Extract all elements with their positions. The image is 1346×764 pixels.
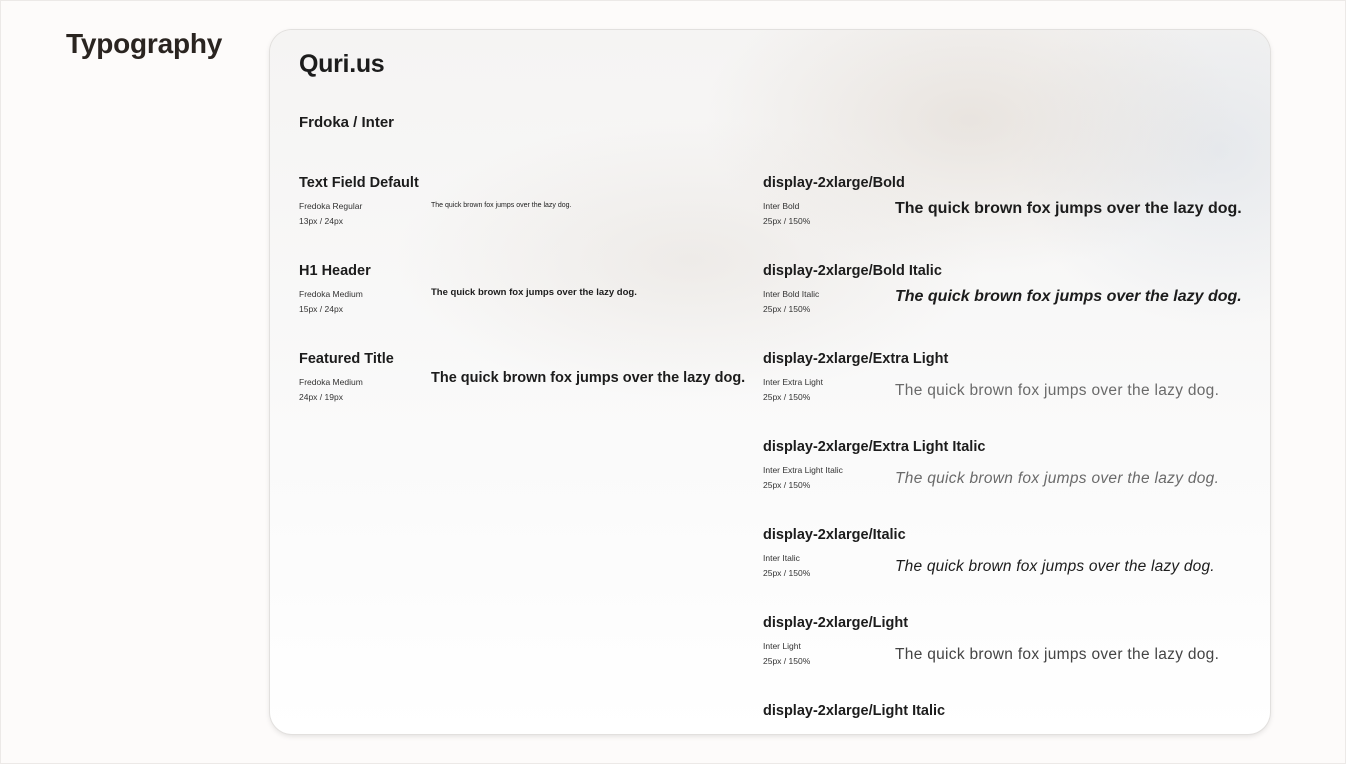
style-meta: Inter Light 25px / 150%	[763, 639, 810, 669]
style-meta: Inter Bold Italic 25px / 150%	[763, 287, 819, 317]
style-font-size: 25px / 150%	[763, 656, 811, 666]
style-font-size: 25px / 150%	[763, 480, 811, 490]
style-font-size: 25px / 150%	[763, 304, 811, 314]
style-font-name: Fredoka Medium	[299, 289, 363, 299]
style-title: Text Field Default	[299, 175, 419, 191]
type-style-bold-italic: display-2xlarge/Bold Italic Inter Bold I…	[763, 263, 1242, 333]
style-meta: Inter Extra Light 25px / 150%	[763, 375, 823, 405]
style-meta: Fredoka Medium 24px / 19px	[299, 375, 363, 405]
type-style-italic: display-2xlarge/Italic Inter Italic 25px…	[763, 527, 1233, 597]
style-font-size: 25px / 150%	[763, 216, 811, 226]
brand-logo: Quri.us	[299, 50, 385, 78]
style-sample: The quick brown fox jumps over the lazy …	[895, 200, 1242, 217]
style-font-name: Inter Bold Italic	[763, 289, 820, 299]
type-style-text-field-default: Text Field Default Fredoka Regular 13px …	[299, 175, 769, 245]
type-style-light-italic: display-2xlarge/Light Italic	[763, 703, 1233, 734]
style-sample: The quick brown fox jumps over the lazy …	[431, 202, 572, 209]
style-font-name: Inter Bold	[763, 201, 800, 211]
style-title: display-2xlarge/Light Italic	[763, 703, 946, 719]
style-sample: The quick brown fox jumps over the lazy …	[895, 470, 1220, 487]
style-font-size: 13px / 24px	[299, 216, 343, 226]
type-style-extra-light: display-2xlarge/Extra Light Inter Extra …	[763, 351, 1233, 421]
font-pair-label: Frdoka / Inter	[299, 114, 395, 131]
style-title: display-2xlarge/Extra Light	[763, 351, 949, 367]
style-sample: The quick brown fox jumps over the lazy …	[895, 558, 1215, 575]
style-font-name: Fredoka Regular	[299, 201, 363, 211]
style-meta: Inter Italic 25px / 150%	[763, 551, 810, 581]
style-title: H1 Header	[299, 263, 371, 279]
style-font-size: 25px / 150%	[763, 568, 811, 578]
style-title: display-2xlarge/Light	[763, 615, 909, 631]
style-meta: Inter Extra Light Italic 25px / 150%	[763, 463, 843, 493]
style-font-name: Inter Light	[763, 641, 801, 651]
style-meta: Inter Bold 25px / 150%	[763, 199, 810, 229]
style-font-name: Inter Extra Light Italic	[763, 465, 843, 475]
style-title: display-2xlarge/Bold Italic	[763, 263, 942, 279]
type-style-extra-light-italic: display-2xlarge/Extra Light Italic Inter…	[763, 439, 1233, 509]
style-font-name: Fredoka Medium	[299, 377, 363, 387]
style-font-size: 25px / 150%	[763, 392, 811, 402]
style-title: Featured Title	[299, 351, 394, 367]
style-sample: The quick brown fox jumps over the lazy …	[895, 646, 1220, 663]
style-title: display-2xlarge/Extra Light Italic	[763, 439, 986, 455]
style-font-name: Inter Extra Light	[763, 377, 824, 387]
style-sample: The quick brown fox jumps over the lazy …	[895, 382, 1220, 399]
style-font-size: 24px / 19px	[299, 392, 343, 402]
type-style-h1-header: H1 Header Fredoka Medium 15px / 24px The…	[299, 263, 769, 333]
type-style-light: display-2xlarge/Light Inter Light 25px /…	[763, 615, 1233, 685]
style-sample: The quick brown fox jumps over the lazy …	[431, 370, 746, 386]
style-sample: The quick brown fox jumps over the lazy …	[895, 288, 1242, 305]
typography-card: Quri.us Frdoka / Inter Text Field Defaul…	[270, 30, 1270, 734]
style-font-name: Inter Italic	[763, 553, 800, 563]
style-font-size: 15px / 24px	[299, 304, 343, 314]
style-sample: The quick brown fox jumps over the lazy …	[431, 287, 637, 298]
section-heading: Typography	[66, 28, 223, 59]
type-style-bold: display-2xlarge/Bold Inter Bold 25px / 1…	[763, 175, 1242, 245]
style-meta: Fredoka Regular 13px / 24px	[299, 199, 362, 229]
style-meta: Fredoka Medium 15px / 24px	[299, 287, 363, 317]
style-title: display-2xlarge/Italic	[763, 527, 906, 543]
type-style-featured-title: Featured Title Fredoka Medium 24px / 19p…	[299, 351, 769, 421]
style-title: display-2xlarge/Bold	[763, 175, 905, 191]
